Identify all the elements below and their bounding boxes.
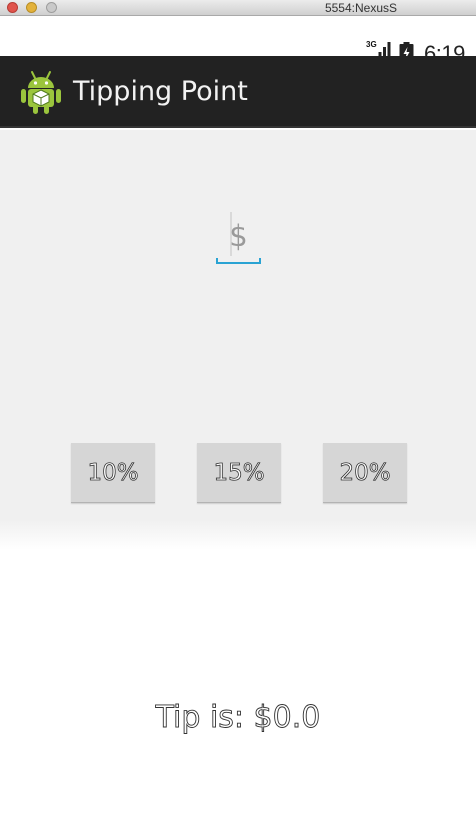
- emulator-title-bar: 5554:NexusS: [0, 0, 476, 16]
- tip-result-text: Tip is: $0.0: [155, 700, 321, 736]
- tip-20-percent-button[interactable]: 20%: [323, 443, 407, 503]
- tip-10-percent-button[interactable]: 10%: [71, 443, 155, 503]
- window-title: 5554:NexusS: [324, 1, 397, 15]
- android-robot-icon: [21, 71, 61, 114]
- input-underline: [216, 258, 261, 264]
- action-bar: Tipping Point: [0, 56, 476, 128]
- app-title: Tipping Point: [73, 76, 248, 107]
- status-bar: 3G 6:19: [0, 16, 476, 66]
- tip-15-percent-button[interactable]: 15%: [197, 443, 281, 503]
- bill-amount-input[interactable]: [215, 216, 262, 256]
- bill-amount-field[interactable]: [215, 210, 262, 266]
- content-divider: [0, 520, 476, 550]
